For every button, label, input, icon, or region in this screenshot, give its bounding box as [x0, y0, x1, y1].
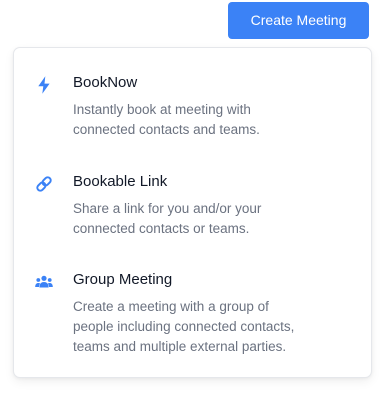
menu-item-description: Instantly book at meeting with connected…	[73, 100, 358, 140]
menu-item-title: Group Meeting	[73, 271, 173, 288]
description-line: people including connected contacts,	[73, 319, 295, 334]
link-icon	[34, 174, 54, 194]
people-group-icon	[34, 272, 54, 292]
menu-item-title: Bookable Link	[73, 173, 168, 190]
description-line: connected contacts or teams.	[73, 221, 250, 236]
create-meeting-button[interactable]: Create Meeting	[228, 2, 369, 39]
create-meeting-popover: Create Meeting BookNow Instantly book at…	[0, 0, 385, 401]
menu-item-description: Create a meeting with a group of people …	[73, 297, 358, 357]
description-line: Instantly book at meeting with	[73, 102, 251, 117]
description-line: Create a meeting with a group of	[73, 299, 269, 314]
meeting-type-menu: BookNow Instantly book at meeting with c…	[13, 47, 372, 378]
menu-item-description: Share a link for you and/or your connect…	[73, 199, 358, 239]
description-line: teams and multiple external parties.	[73, 339, 287, 354]
lightning-bolt-icon	[34, 75, 54, 95]
menu-item-title: BookNow	[73, 74, 138, 91]
description-line: connected contacts and teams.	[73, 122, 260, 137]
description-line: Share a link for you and/or your	[73, 201, 262, 216]
